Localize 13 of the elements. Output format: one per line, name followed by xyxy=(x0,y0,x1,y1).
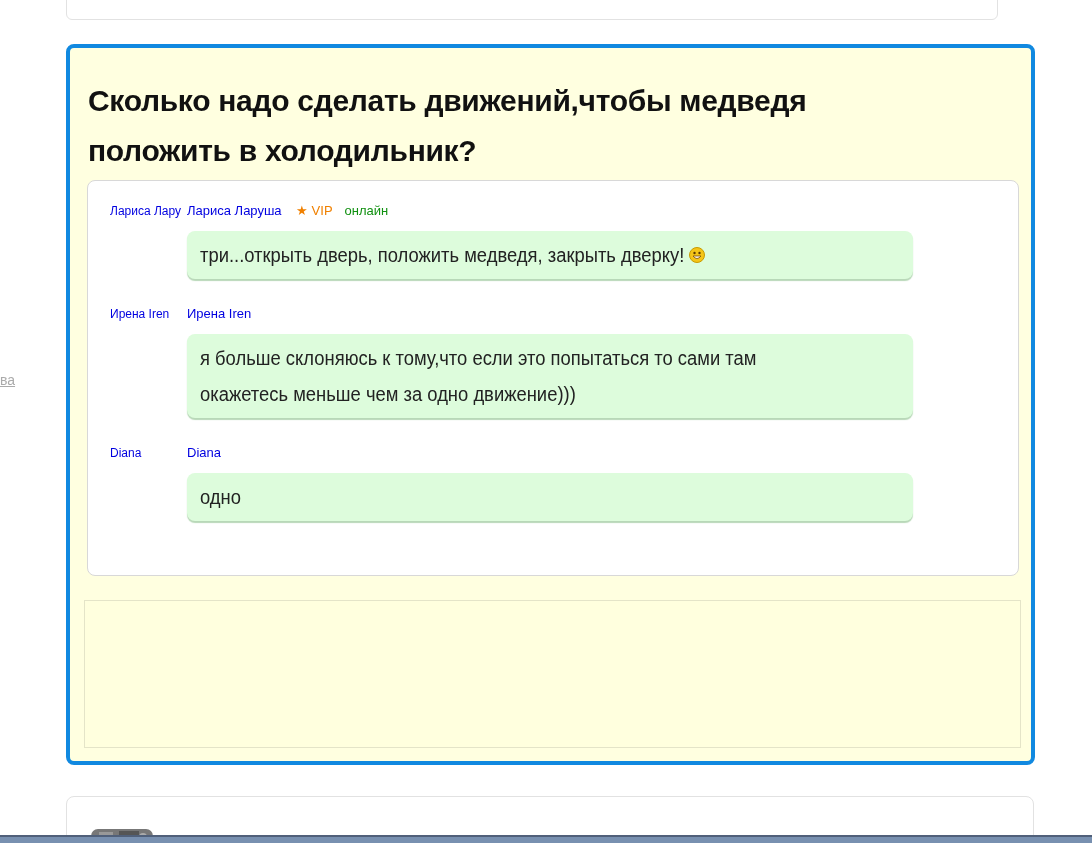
author-link[interactable]: Diana xyxy=(187,445,221,460)
answer-text: я больше склоняюсь к тому,что если это попытаться то сами там окажетесь меньше чем за одно движение))) xyxy=(200,346,758,407)
author-link[interactable]: Лариса Ларуша xyxy=(187,203,282,218)
author-link[interactable]: Diana xyxy=(110,446,187,460)
online-status: онлайн xyxy=(344,203,389,218)
author-link[interactable]: Ирена Iren xyxy=(110,307,187,321)
vip-label: VIP xyxy=(311,203,333,218)
question-title: Сколько надо сделать движений,чтобы медведя положить в холодильник? xyxy=(88,83,808,169)
author-link[interactable]: Лариса Лару xyxy=(110,204,187,218)
answer-text: одно xyxy=(200,485,241,510)
answer-text: три...открыть дверь, положить медведя, закрыть дверку! xyxy=(200,243,685,268)
author-link[interactable]: Ирена Iren xyxy=(187,306,252,321)
star-icon: ★ xyxy=(295,203,308,218)
